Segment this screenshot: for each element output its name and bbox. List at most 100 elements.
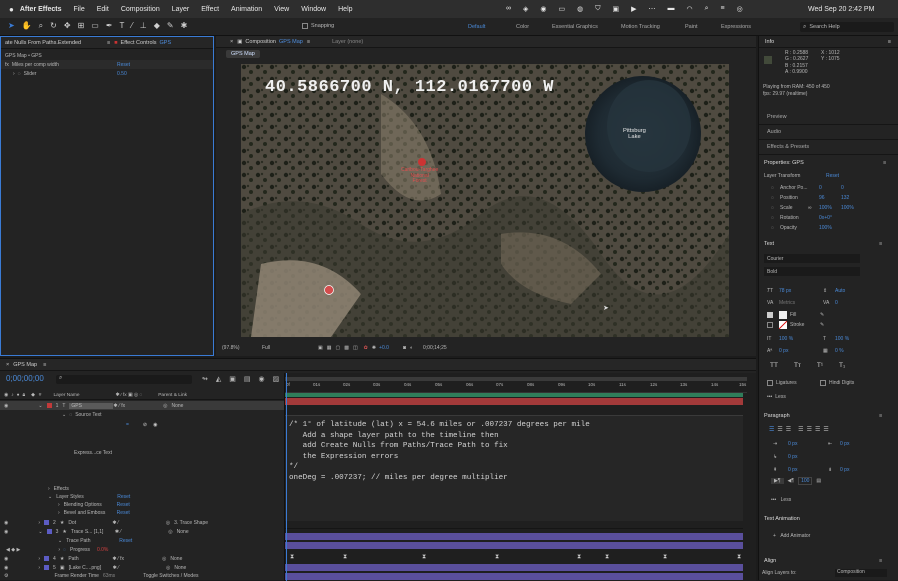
text-less-row[interactable]: ••• Less: [767, 392, 786, 401]
layer-name[interactable]: GPS: [69, 402, 114, 409]
stopwatch-icon[interactable]: ◌: [771, 205, 774, 211]
leading-value[interactable]: Auto: [835, 288, 845, 294]
eye-icon[interactable]: ◉: [4, 520, 8, 526]
info-title[interactable]: Info: [765, 39, 774, 45]
tsume-value[interactable]: 0 %: [835, 348, 844, 354]
preview-panel[interactable]: Preview: [759, 110, 898, 125]
menu-layer[interactable]: Layer: [172, 6, 190, 13]
stroke-checkbox[interactable]: [767, 321, 773, 328]
parent-pickwhip-icon[interactable]: ◎: [166, 520, 170, 526]
chevron-right-icon[interactable]: ›: [38, 565, 40, 571]
audio-icon[interactable]: ♪: [11, 393, 13, 398]
show-snapshot-icon[interactable]: ◐: [410, 345, 413, 351]
eye-icon[interactable]: ◉: [4, 393, 8, 398]
brush-tool-icon[interactable]: ⁄: [131, 21, 132, 31]
workspace-paint[interactable]: Paint: [685, 24, 721, 30]
search-help-box[interactable]: ⌕ Search Help: [800, 22, 894, 32]
menu-icon[interactable]: ≡: [307, 39, 310, 45]
parent-dropdown[interactable]: 3. Trace Shape: [174, 520, 208, 526]
hand-tool-icon[interactable]: ✋: [22, 21, 32, 31]
timeline-search-input[interactable]: ⌕: [56, 375, 192, 384]
align-center-icon[interactable]: ☰: [777, 426, 782, 433]
subscript-button[interactable]: T₁: [836, 362, 848, 369]
trace-path-reset[interactable]: Reset: [119, 538, 132, 544]
anchor-point-y[interactable]: 0: [841, 185, 844, 191]
3d-icon[interactable]: ◫: [353, 345, 358, 351]
effects-presets-panel[interactable]: Effects & Presets: [759, 140, 898, 155]
pickwhip-icon[interactable]: ◉: [153, 422, 157, 428]
eye-icon[interactable]: ◉: [4, 565, 8, 571]
opacity-value[interactable]: 100%: [819, 225, 832, 231]
stopwatch-icon[interactable]: ◌: [69, 412, 72, 418]
parent-dropdown[interactable]: None: [174, 565, 186, 571]
panel-menu-icon[interactable]: ≡: [883, 160, 886, 166]
siri-icon[interactable]: ◎: [737, 5, 743, 13]
anchor-point-x[interactable]: 0: [819, 185, 841, 191]
layer-color-label[interactable]: [44, 565, 50, 570]
tab-composition[interactable]: Composition: [245, 39, 276, 45]
dropbox-icon[interactable]: ◈: [523, 5, 528, 13]
menu-composition[interactable]: Composition: [121, 6, 160, 13]
col-parent-link[interactable]: Parent & Link: [158, 393, 187, 398]
panel-menu-icon[interactable]: ≡: [879, 241, 882, 247]
tracking-value[interactable]: 0: [835, 300, 838, 306]
space-before-value[interactable]: 0 px: [788, 467, 828, 473]
eye-icon[interactable]: ◉: [4, 529, 8, 535]
layer-color-label[interactable]: [44, 520, 50, 525]
panel-menu-icon[interactable]: ≡: [879, 413, 882, 419]
exposure-value[interactable]: +0.0: [379, 345, 389, 351]
shy-icon[interactable]: ▣: [229, 375, 236, 383]
progress-value[interactable]: 0.0%: [97, 547, 108, 553]
render-settings-icon[interactable]: ⚙: [4, 573, 8, 579]
timeline-timecode[interactable]: 0;00;00;00: [6, 374, 44, 383]
search-help-input[interactable]: Search Help: [809, 24, 839, 30]
parent-dropdown[interactable]: None: [172, 403, 184, 409]
camera-tool-icon[interactable]: ✥: [64, 21, 71, 31]
parent-dropdown[interactable]: None: [177, 529, 189, 535]
rotation-value[interactable]: 0x+0°: [819, 215, 832, 221]
layer-color-label[interactable]: [46, 529, 52, 534]
parent-pickwhip-icon[interactable]: ◎: [166, 565, 170, 571]
control-center-icon[interactable]: ≡: [721, 5, 725, 13]
parent-dropdown[interactable]: None: [170, 556, 182, 562]
keyframe-icon[interactable]: ⧗: [290, 554, 294, 561]
layer-row-trace-shape[interactable]: ◉ ⌄ 3 ★ Trace S... [1,1] ✱ ⁄ ◎ None: [0, 527, 284, 536]
timeline-graph[interactable]: 0f 01s 02s 03s 04s 05s 06s 07s 08s 09s 1…: [284, 373, 756, 581]
time-ruler[interactable]: 0f 01s 02s 03s 04s 05s 06s 07s 08s 09s 1…: [285, 381, 747, 393]
keyframe-icon[interactable]: ⧗: [663, 554, 667, 561]
layer-row-dot[interactable]: ◉ › 2 ★ Dot ✱ ⁄ ◎ 3. Trace Shape: [0, 518, 284, 527]
eyedropper-icon[interactable]: ✎: [820, 312, 824, 318]
hyphen-icon[interactable]: ◀¶: [788, 478, 795, 484]
composer-icon[interactable]: ▤: [816, 478, 821, 484]
bag-icon[interactable]: ▣: [612, 5, 619, 13]
grid-icon[interactable]: ▩: [344, 345, 349, 351]
graph-icon[interactable]: ⊘: [143, 422, 147, 428]
clone-stamp-icon[interactable]: ⊥: [140, 21, 147, 31]
effect-reset-button[interactable]: Reset: [117, 62, 130, 68]
layer-styles-reset[interactable]: Reset: [117, 494, 130, 500]
chevron-right-icon[interactable]: ›: [48, 486, 50, 492]
tab-gps-map[interactable]: GPS Map: [13, 362, 37, 368]
justify-left-icon[interactable]: ☰: [798, 426, 803, 433]
fill-checkbox[interactable]: [767, 311, 773, 318]
workspace-color[interactable]: Color: [516, 24, 552, 30]
layer-name[interactable]: Trace S... [1,1]: [71, 529, 115, 535]
hyphen-value[interactable]: 100: [798, 477, 813, 485]
workspace-essential-graphics[interactable]: Essential Graphics: [552, 24, 621, 30]
layer-name[interactable]: Dot: [68, 520, 112, 526]
link-icon[interactable]: ∞: [808, 205, 819, 211]
mask-icon[interactable]: ▢: [335, 345, 340, 351]
horizontal-scale-value[interactable]: 100 %: [835, 336, 849, 342]
zoom-tool-icon[interactable]: ⌕: [39, 21, 43, 31]
effect-row[interactable]: fx Miles per comp width Reset: [1, 60, 213, 69]
puppet-tool-icon[interactable]: ✱: [181, 21, 188, 31]
chevron-right-icon[interactable]: ›: [58, 547, 60, 553]
chevron-down-icon[interactable]: ⌄: [58, 538, 62, 544]
pan-behind-tool-icon[interactable]: ⊞: [78, 21, 85, 31]
app-icon[interactable]: ◍: [577, 5, 583, 13]
expression-editor[interactable]: /* 1° of latitude (lat) x = 54.6 miles o…: [285, 415, 743, 521]
font-family-dropdown[interactable]: Courier: [764, 254, 860, 263]
wifi-icon[interactable]: ◠: [687, 5, 693, 13]
keyframe-icon[interactable]: ⧗: [495, 554, 499, 561]
layer-row-path[interactable]: ◉ › 4 ★ Path ✱ ⁄ fx ◎ None: [0, 554, 284, 563]
